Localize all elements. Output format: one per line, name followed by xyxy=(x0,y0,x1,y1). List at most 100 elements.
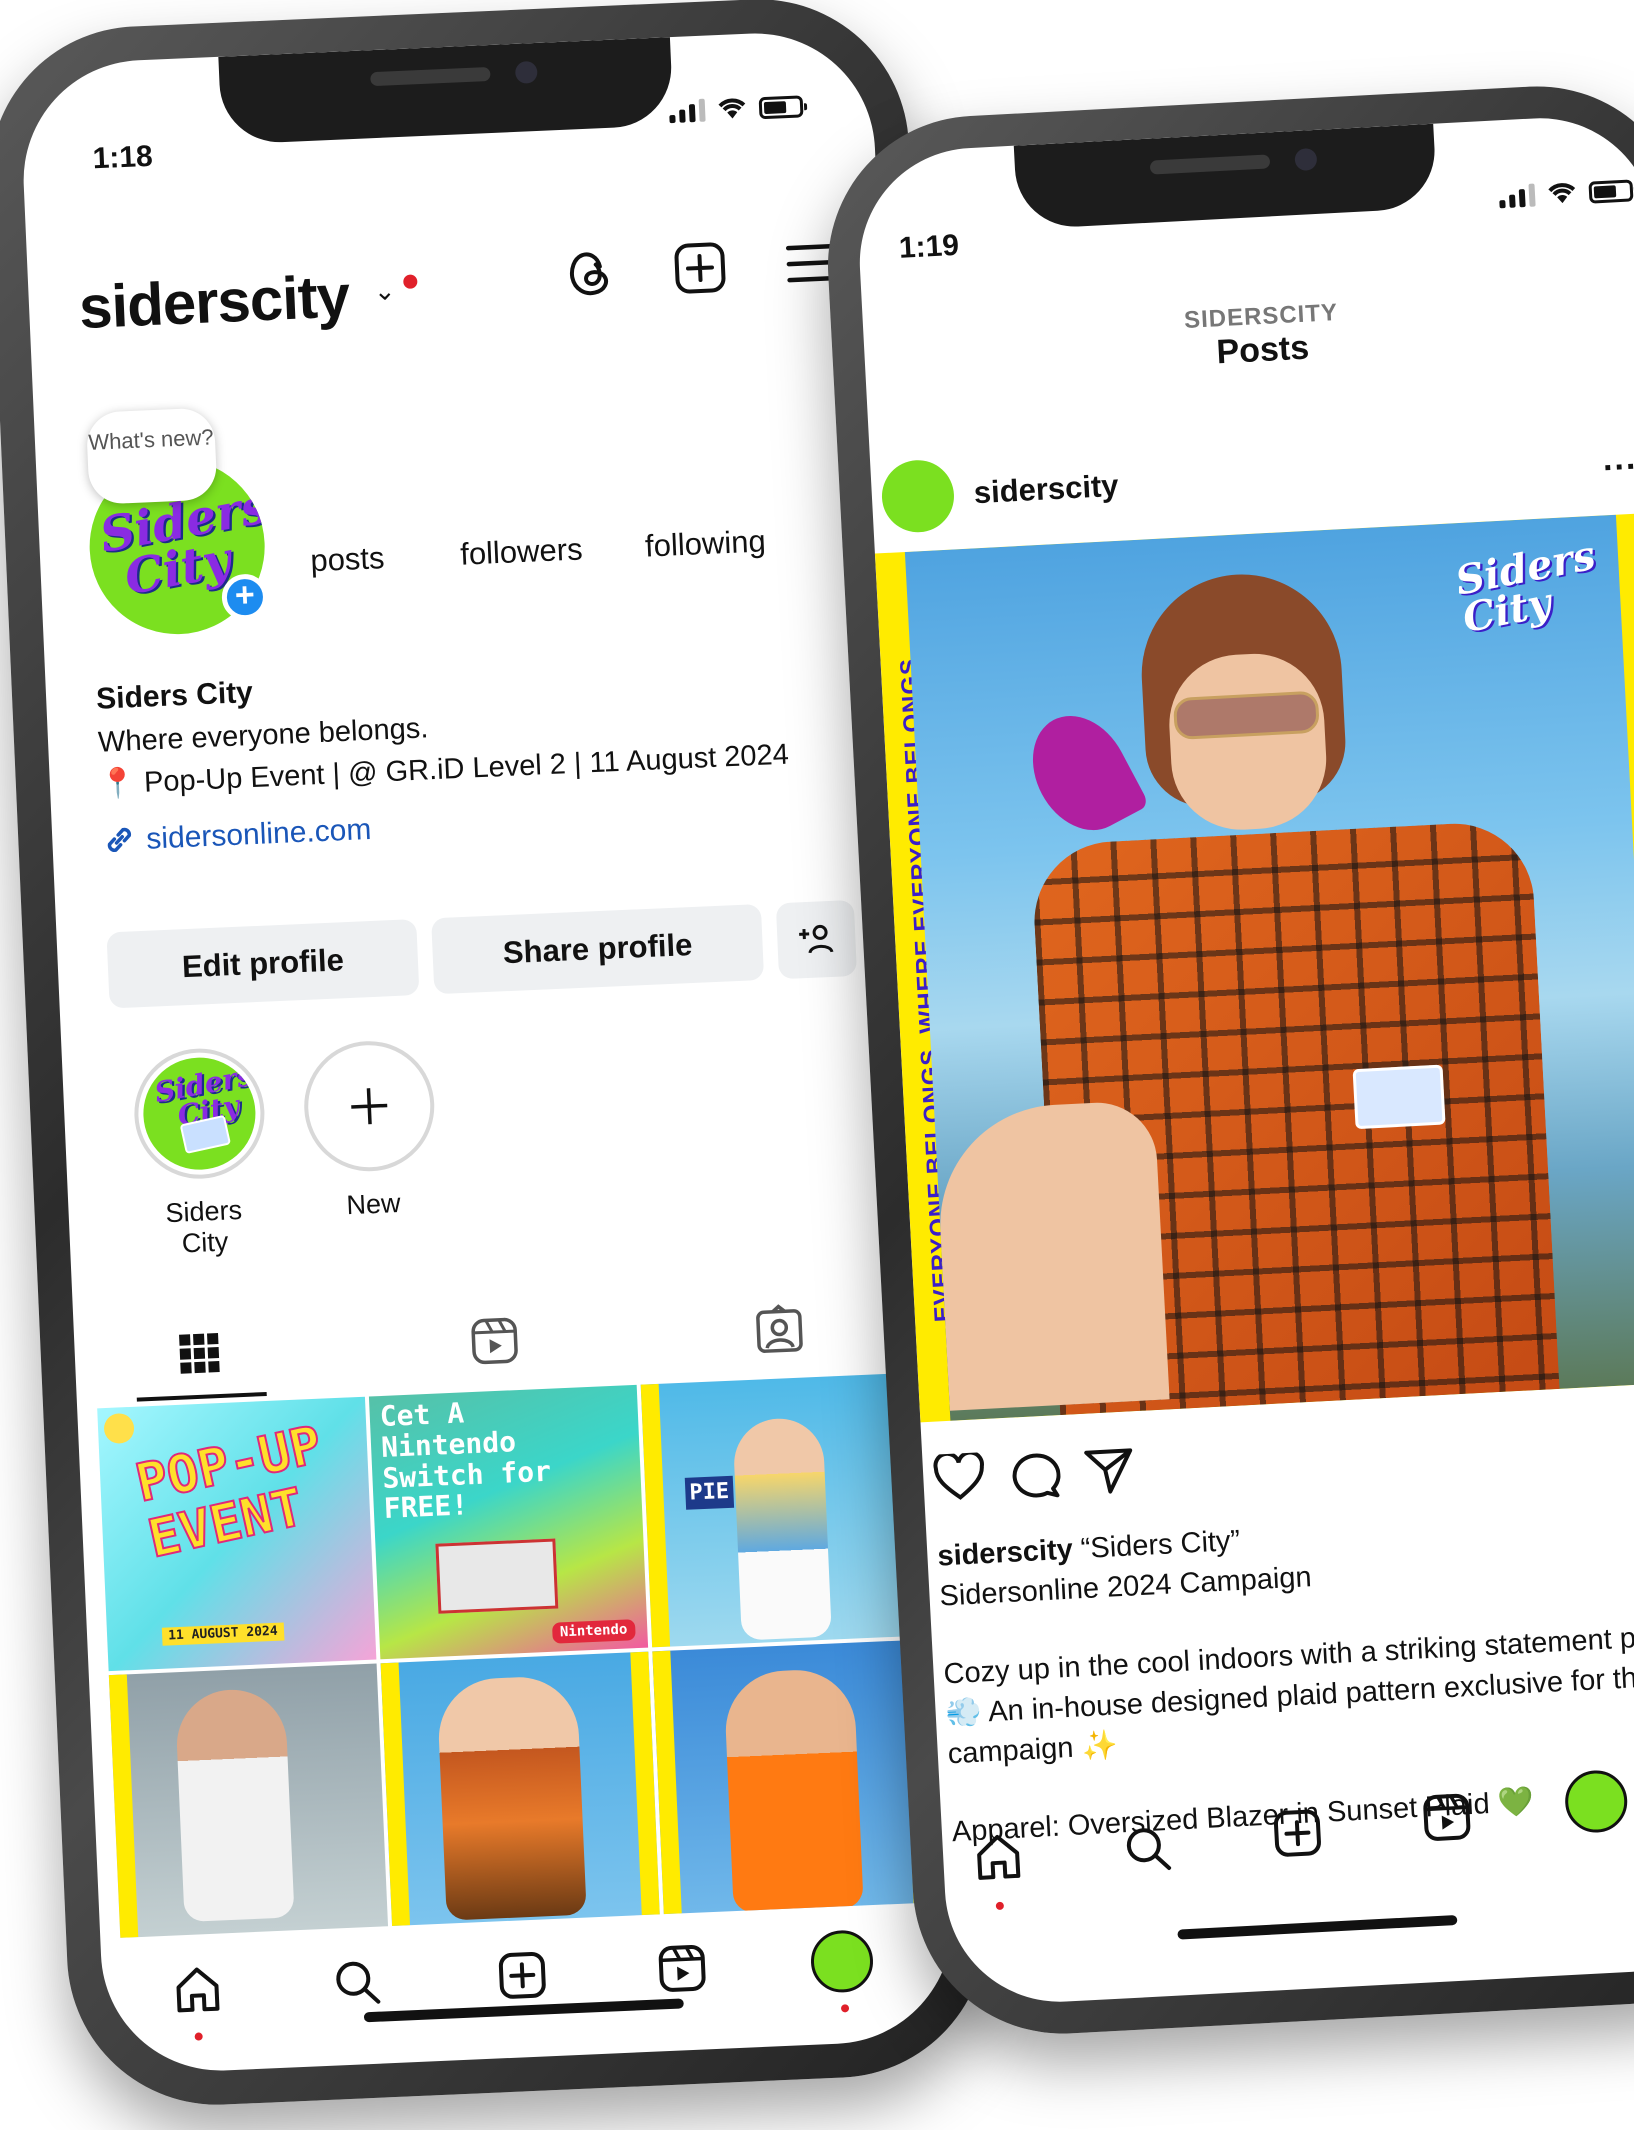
model-face xyxy=(1165,650,1330,834)
highlight-label: New xyxy=(345,1187,402,1221)
smiley-sticker xyxy=(103,1412,135,1445)
notification-dot xyxy=(840,2004,850,2013)
profile-actions: Edit profile Share profile xyxy=(106,899,869,1012)
highlight-cover: Siders City xyxy=(141,1055,258,1173)
caption-title: “Siders City” xyxy=(1079,1524,1241,1566)
highlight-new[interactable]: New xyxy=(301,1038,439,1223)
post-avatar[interactable] xyxy=(880,458,956,535)
create-icon[interactable] xyxy=(1261,1796,1335,1870)
profile-screen: 1:18 siderscity ⌄ Siders City What's new… xyxy=(18,28,958,2076)
notification-dot xyxy=(403,274,418,289)
model-figure xyxy=(174,1687,295,1923)
notification-dot xyxy=(995,1901,1005,1911)
create-icon[interactable] xyxy=(486,1939,559,2012)
status-time: 1:19 xyxy=(898,228,960,265)
search-icon[interactable] xyxy=(1111,1812,1185,1886)
reels-icon[interactable] xyxy=(646,1932,719,2005)
wifi-icon xyxy=(1548,183,1576,204)
battery-icon xyxy=(1588,179,1634,204)
home-icon[interactable] xyxy=(962,1820,1036,1894)
more-options-icon[interactable]: ... xyxy=(1602,439,1634,480)
share-profile-button[interactable]: Share profile xyxy=(431,903,765,995)
post-photo: Siders City xyxy=(904,514,1634,1421)
story-highlights: Siders City Siders City New xyxy=(102,1020,870,1259)
post-actions xyxy=(932,1407,1634,1516)
profile-avatar-nav[interactable] xyxy=(806,1925,879,1998)
grid-post-model-2[interactable] xyxy=(108,1663,389,1938)
top-actions xyxy=(559,232,841,304)
account-switcher[interactable]: siderscity xyxy=(78,261,351,342)
threads-icon[interactable] xyxy=(559,242,622,305)
home-indicator xyxy=(1177,1914,1458,1940)
share-icon[interactable] xyxy=(1082,1444,1137,1502)
model-figure xyxy=(723,1667,864,1914)
chevron-down-icon[interactable]: ⌄ xyxy=(373,275,396,307)
edit-profile-button[interactable]: Edit profile xyxy=(106,919,420,1009)
notch xyxy=(218,37,674,145)
profile-link-text: sidersonline.com xyxy=(145,812,372,856)
popup-title: POP-UP EVENT xyxy=(130,1414,328,1571)
followers-label[interactable]: followers xyxy=(459,531,583,572)
notification-dot xyxy=(194,2032,203,2041)
whats-new-note[interactable]: What's new? xyxy=(85,407,218,505)
status-time: 1:18 xyxy=(91,139,154,176)
bottom-navigation xyxy=(101,1912,957,2059)
highlight-label: Siders City xyxy=(164,1194,243,1259)
promo-text: Cet A Nintendo Switch for FREE! xyxy=(379,1396,552,1526)
reels-icon xyxy=(471,1317,518,1365)
post-screen: 1:19 SIDERSCITY Posts siderscity ... EVE… xyxy=(853,112,1634,2008)
add-person-button[interactable] xyxy=(775,899,858,980)
plus-square-icon[interactable] xyxy=(669,237,732,300)
model-figure xyxy=(732,1416,832,1641)
posts-grid: POP-UP EVENT 11 AUGUST 2024 Cet A Ninten… xyxy=(97,1372,932,1938)
profile-topbar: siderscity ⌄ xyxy=(27,218,883,365)
orchid-flower xyxy=(1013,698,1150,848)
plus-icon xyxy=(351,1088,388,1125)
wifi-icon xyxy=(718,98,746,119)
signal-icon xyxy=(1498,183,1536,209)
profile-avatar-nav[interactable] xyxy=(1559,1765,1633,1839)
heart-icon[interactable] xyxy=(932,1450,987,1508)
posts-count-label[interactable]: posts xyxy=(310,540,386,579)
notch xyxy=(1013,123,1438,230)
tab-posts[interactable] xyxy=(133,1306,267,1402)
brand-logo: Siders City xyxy=(1451,531,1600,643)
grid-icon xyxy=(179,1333,220,1374)
status-icons xyxy=(669,91,804,124)
grid-post-model-4[interactable] xyxy=(652,1639,932,1915)
reels-icon[interactable] xyxy=(1410,1781,1484,1855)
caption-body: Cozy up in the cool indoors with a strik… xyxy=(942,1619,1634,1771)
model-figure xyxy=(436,1674,587,1921)
tab-reels[interactable] xyxy=(428,1293,562,1389)
battery-icon xyxy=(758,95,804,120)
tab-tagged[interactable] xyxy=(712,1281,846,1377)
caption-username[interactable]: siderscity xyxy=(937,1534,1074,1573)
highlight-siders-city[interactable]: Siders City Siders City xyxy=(131,1045,271,1261)
id-badge xyxy=(1352,1064,1446,1130)
following-label[interactable]: following xyxy=(644,523,766,564)
popup-date: 11 AUGUST 2024 xyxy=(161,1622,285,1647)
tagged-icon xyxy=(756,1304,803,1353)
grid-post-model-1[interactable]: PIE xyxy=(640,1372,920,1648)
signal-icon xyxy=(669,98,706,124)
nintendo-tag: Nintendo xyxy=(551,1618,636,1644)
pie-sign: PIE xyxy=(684,1475,734,1510)
grid-post-popup[interactable]: POP-UP EVENT 11 AUGUST 2024 xyxy=(97,1396,377,1672)
status-icons xyxy=(1498,175,1634,209)
phone-right: 1:19 SIDERSCITY Posts siderscity ... EVE… xyxy=(820,78,1634,2042)
sunglasses xyxy=(1172,690,1320,741)
console-box xyxy=(435,1538,559,1614)
model-leg xyxy=(934,1099,1170,1411)
grid-post-model-3[interactable] xyxy=(380,1651,660,1927)
profile-bio: Siders City Where everyone belongs. 📍 Po… xyxy=(95,645,842,862)
home-icon[interactable] xyxy=(161,1953,234,2026)
search-icon[interactable] xyxy=(321,1946,394,2019)
post-username[interactable]: siderscity xyxy=(973,468,1119,512)
posts-header: SIDERSCITY Posts xyxy=(863,282,1634,391)
profile-header: Siders City What's new? + posts follower… xyxy=(74,379,873,638)
link-icon xyxy=(107,828,132,853)
post-image[interactable]: EVERYONE BELONGS. WHERE EVERYONE BELONGS… xyxy=(874,511,1634,1423)
comment-icon[interactable] xyxy=(1007,1448,1062,1506)
grid-post-nintendo[interactable]: Cet A Nintendo Switch for FREE! Nintendo xyxy=(368,1384,649,1660)
post-author[interactable]: siderscity xyxy=(880,441,1121,543)
